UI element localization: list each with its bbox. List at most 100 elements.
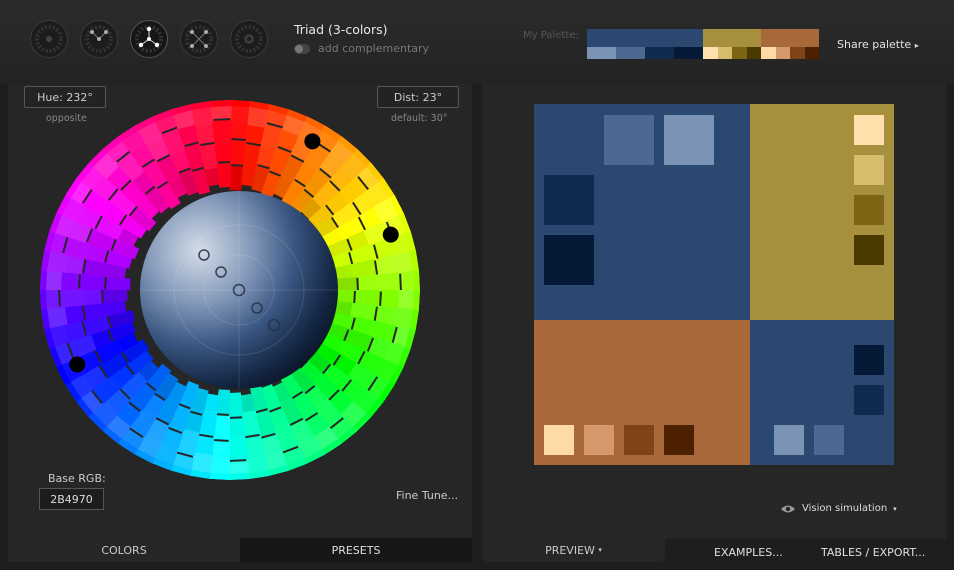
add-complementary-label: add complementary — [318, 42, 430, 55]
analogic-mode-icon — [235, 25, 263, 53]
swatch — [854, 155, 884, 185]
hue-marker[interactable] — [382, 226, 399, 243]
swatch — [624, 425, 654, 455]
analogic-mode-button[interactable] — [230, 20, 268, 58]
hue-marker[interactable] — [69, 356, 86, 373]
vision-simulation-button[interactable]: Vision simulation ▾ — [780, 503, 897, 514]
tab-preview-label: PREVIEW — [545, 543, 595, 557]
palette-shades — [703, 47, 761, 59]
swatch — [854, 115, 884, 145]
tab-examples[interactable]: EXAMPLES... — [714, 546, 783, 559]
top-bar: Triad (3-colors) add complementary My Pa… — [0, 0, 954, 84]
tab-colors-label: COLORS — [101, 543, 147, 557]
swatch — [544, 425, 574, 455]
swatch — [544, 175, 594, 225]
hue-segment[interactable] — [40, 288, 48, 310]
mono-mode-button[interactable] — [30, 20, 68, 58]
tab-colors[interactable]: COLORS — [8, 538, 240, 562]
tab-presets-label: PRESETS — [331, 543, 381, 557]
left-tabs: COLORS PRESETS — [8, 538, 472, 562]
palette-strip[interactable] — [587, 29, 819, 59]
hue-marker[interactable] — [304, 133, 321, 150]
palette-shade-swatch[interactable] — [775, 47, 790, 59]
complement-mode-button[interactable] — [80, 20, 118, 58]
palette-shade-swatch[interactable] — [804, 47, 819, 59]
hue-segment[interactable] — [228, 472, 250, 480]
palette-group[interactable] — [703, 29, 761, 59]
palette-shade-swatch[interactable] — [674, 47, 703, 59]
palette-shade-swatch[interactable] — [616, 47, 645, 59]
palette-preview — [534, 104, 894, 465]
tab-preview[interactable]: PREVIEW ▾ — [482, 538, 665, 562]
palette-shade-swatch[interactable] — [732, 47, 747, 59]
share-palette-button[interactable]: Share palette ▸ — [837, 38, 919, 51]
eye-icon — [781, 505, 795, 512]
hue-segment[interactable] — [228, 435, 248, 460]
palette-shade-swatch[interactable] — [587, 47, 616, 59]
palette-group[interactable] — [761, 29, 819, 59]
preview-secondary1-block — [750, 104, 894, 320]
hue-segment[interactable] — [228, 392, 244, 417]
mono-mode-icon — [35, 25, 63, 53]
palette-shade-swatch[interactable] — [717, 47, 732, 59]
tab-presets[interactable]: PRESETS — [240, 538, 472, 562]
swatch — [664, 115, 714, 165]
hue-segment[interactable] — [210, 100, 232, 108]
palette-shade-swatch[interactable] — [703, 47, 718, 59]
swatch — [604, 115, 654, 165]
hue-segment[interactable] — [412, 290, 420, 312]
swatch — [854, 385, 884, 415]
hue-segment[interactable] — [212, 120, 232, 145]
tetrad-mode-icon — [185, 25, 213, 53]
palette-shade-swatch[interactable] — [790, 47, 805, 59]
caret-down-icon: ▾ — [598, 546, 602, 554]
palette-group[interactable] — [587, 29, 703, 59]
hue-segment[interactable] — [375, 272, 400, 292]
palette-shade-swatch[interactable] — [761, 47, 776, 59]
app: Triad (3-colors) add complementary My Pa… — [0, 0, 954, 570]
triad-mode-icon — [135, 25, 163, 53]
base-rgb-label: Base RGB: — [48, 472, 106, 485]
base-rgb-input[interactable]: 2B4970 — [39, 488, 104, 510]
right-tabs: PREVIEW ▾ EXAMPLES... TABLES / EXPORT... — [482, 538, 954, 570]
color-wheel[interactable] — [40, 100, 420, 480]
tetrad-mode-button[interactable] — [180, 20, 218, 58]
caret-down-icon: ▾ — [893, 504, 897, 513]
caret-right-icon: ▸ — [914, 41, 919, 50]
tab-tables-export[interactable]: TABLES / EXPORT... — [821, 546, 925, 559]
my-palette-label: My Palette: — [523, 30, 579, 41]
share-palette-label: Share palette — [837, 38, 912, 51]
complement-mode-icon — [85, 25, 113, 53]
hue-segment[interactable] — [40, 268, 48, 290]
palette-main-swatch[interactable] — [761, 29, 819, 47]
mode-title: Triad (3-colors) — [294, 22, 388, 37]
palette-shade-swatch[interactable] — [645, 47, 674, 59]
preview-secondary2-block — [534, 320, 750, 465]
preview-primary-small-block — [750, 320, 894, 465]
swatch — [584, 425, 614, 455]
palette-shades — [761, 47, 819, 59]
hue-segment[interactable] — [412, 270, 420, 292]
swatch — [664, 425, 694, 455]
preview-primary-block — [534, 104, 750, 320]
swatch — [854, 345, 884, 375]
swatch — [854, 235, 884, 265]
hue-segment[interactable] — [216, 163, 232, 188]
swatch — [814, 425, 844, 455]
vision-simulation-label: Vision simulation — [802, 503, 888, 514]
swatch — [854, 195, 884, 225]
triad-mode-button[interactable] — [130, 20, 168, 58]
palette-main-swatch[interactable] — [587, 29, 703, 47]
palette-main-swatch[interactable] — [703, 29, 761, 47]
hue-segment[interactable] — [230, 100, 252, 108]
fine-tune-link[interactable]: Fine Tune... — [396, 489, 458, 502]
palette-shades — [587, 47, 703, 59]
hue-segment[interactable] — [103, 288, 128, 304]
hue-segment[interactable] — [208, 472, 230, 480]
toggle-switch-icon[interactable] — [294, 43, 310, 54]
palette-shade-swatch[interactable] — [746, 47, 761, 59]
swatch — [774, 425, 804, 455]
add-complementary-toggle[interactable]: add complementary — [294, 42, 429, 55]
hue-segment[interactable] — [60, 288, 85, 308]
swatch — [544, 235, 594, 285]
